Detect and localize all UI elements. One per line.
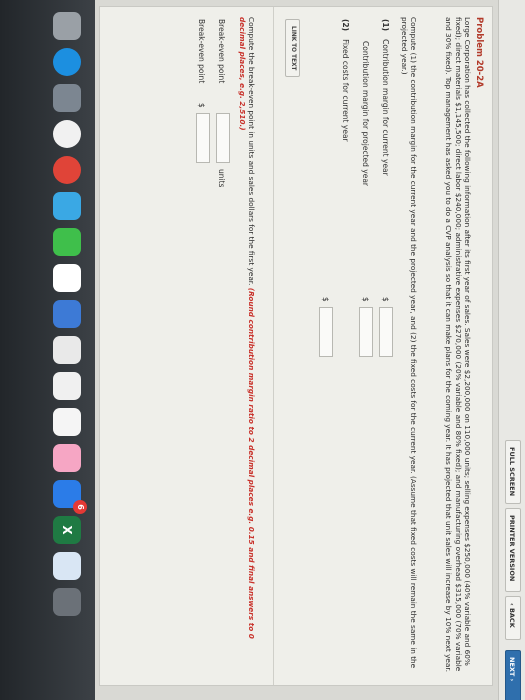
notification-badge: 6 (73, 500, 87, 514)
contribution-margin-projected-input[interactable] (359, 307, 373, 357)
next-button[interactable]: NEXT › (505, 650, 521, 700)
calendar-icon[interactable] (53, 264, 81, 292)
item2-label: Fixed costs for current year (341, 39, 350, 142)
numbers-chart-icon[interactable] (53, 336, 81, 364)
trash-icon[interactable] (53, 588, 81, 616)
finder-icon[interactable] (53, 12, 81, 40)
item1-row: (1) Contribution margin for current year (381, 19, 390, 176)
item1-number: (1) (381, 19, 390, 32)
break-even-currency: $ (197, 103, 206, 108)
contribution-margin-current-input[interactable] (379, 307, 393, 357)
keynote-icon[interactable] (53, 300, 81, 328)
break-even-dollars-input[interactable] (196, 113, 210, 163)
break-even-units-label: Break-even point (217, 19, 226, 84)
safari-icon[interactable] (53, 48, 81, 76)
item2-row: (2) Fixed costs for current year (341, 19, 350, 142)
chrome-icon[interactable] (53, 156, 81, 184)
item1b-currency: $ (361, 297, 370, 302)
item2-number: (2) (341, 19, 350, 32)
finder-window-icon[interactable] (53, 192, 81, 220)
item2-currency: $ (321, 297, 330, 302)
macos-dock: 6 X (0, 0, 95, 700)
itunes-icon[interactable] (53, 408, 81, 436)
part2-instruction: Compute the break-even point in units an… (237, 17, 256, 673)
excel-icon[interactable]: X (53, 516, 81, 544)
rotated-screen: FULL SCREEN PRINTER VERSION ‹ BACK NEXT … (0, 0, 525, 700)
problem-panel: Problem 20-2A Lorge Corporation has coll… (99, 6, 493, 686)
break-even-units-input[interactable] (216, 113, 230, 163)
item1-label: Contribution margin for current year (381, 39, 390, 176)
photos-icon[interactable] (53, 120, 81, 148)
fixed-costs-input[interactable] (319, 307, 333, 357)
item1-currency: $ (381, 297, 390, 302)
back-button[interactable]: ‹ BACK (505, 596, 521, 640)
units-suffix: units (217, 169, 226, 188)
problem-description: Lorge Corporation has collected the foll… (444, 17, 472, 673)
messages-icon[interactable] (53, 228, 81, 256)
ibooks-icon[interactable] (53, 444, 81, 472)
pages-icon[interactable] (53, 372, 81, 400)
preview-icon[interactable] (53, 552, 81, 580)
top-toolbar: FULL SCREEN PRINTER VERSION ‹ BACK NEXT … (498, 0, 525, 700)
problem-title: Problem 20-2A (474, 17, 484, 88)
full-screen-button[interactable]: FULL SCREEN (505, 440, 521, 504)
break-even-dollars-label: Break-even point (197, 19, 206, 84)
link-to-text-button[interactable]: LINK TO TEXT (285, 19, 300, 78)
printer-version-button[interactable]: PRINTER VERSION (505, 508, 521, 592)
part1-instruction: Compute (1) the contribution margin for … (399, 17, 418, 669)
launchpad-icon[interactable] (53, 84, 81, 112)
item1b-label: Contribution margin for projected year (361, 41, 370, 187)
section-divider (273, 7, 274, 685)
part2-instruction-text: Compute the break-even point in units an… (247, 17, 256, 286)
